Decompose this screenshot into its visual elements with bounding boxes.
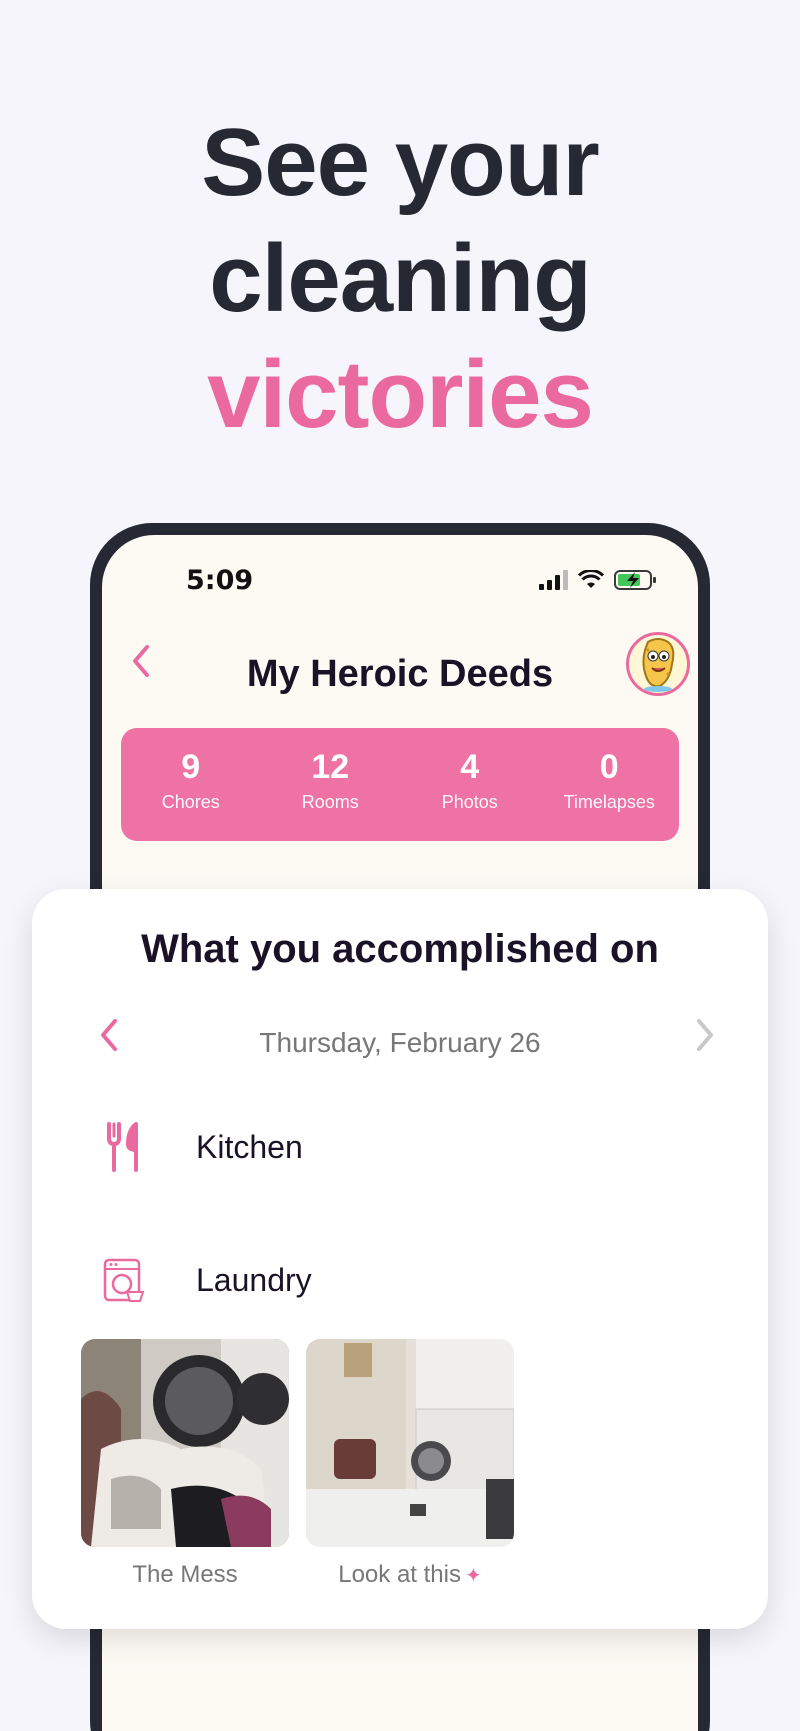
sparkle-icon: ✦ [464,1565,482,1587]
stat-value: 4 [460,748,480,786]
photo-caption-with-sparkle: Look at this ✦ [306,1561,514,1589]
photo-thumbnail-the-mess[interactable] [81,1339,289,1547]
card-title: What you accomplished on [141,927,659,971]
room-name: Laundry [196,1261,312,1298]
stat-timelapses: 0 Timelapses [540,728,680,841]
battery-charging-icon [614,570,656,590]
wifi-icon [578,570,604,588]
room-item-kitchen[interactable]: Kitchen [98,1121,303,1173]
selected-date: Thursday, February 26 [259,1027,541,1058]
chevron-right-icon [697,1019,713,1051]
headline-line-3: victories [207,341,594,448]
stat-value: 9 [181,748,201,786]
cellular-signal-icon [539,570,568,590]
room-item-laundry[interactable]: Laundry [98,1254,312,1306]
stat-label: Chores [161,792,220,812]
room-name: Kitchen [196,1128,303,1165]
stat-photos: 4 Photos [400,728,540,841]
stat-rooms: 12 Rooms [261,728,401,841]
stat-label: Rooms [301,792,359,812]
photo-thumbnail-look-at-this[interactable] [306,1339,514,1547]
photo-caption: The Mess [132,1561,238,1588]
headline-line-1: See your [201,109,600,216]
photo-caption: Look at this [338,1561,461,1588]
stat-value: 0 [599,748,619,786]
next-day-button[interactable] [694,1017,716,1063]
stats-banner: 9 Chores 12 Rooms 4 Photos 0 Timelapses [121,728,679,841]
stat-label: Photos [441,792,498,812]
washing-machine-icon [98,1254,150,1306]
sponge-mascot-icon [642,638,675,692]
headline-line-2: cleaning [209,225,591,332]
accomplishments-card: What you accomplished on Thursday, Febru… [32,889,768,1629]
page-title: My Heroic Deeds [246,653,554,695]
avatar[interactable] [626,632,690,696]
status-time: 5:09 [186,565,254,596]
stat-label: Timelapses [563,792,655,812]
status-icons [539,569,658,591]
fork-knife-icon [98,1121,150,1173]
marketing-headline: See your cleaning victories [0,105,800,453]
stat-chores: 9 Chores [121,728,261,841]
stat-value: 12 [311,748,350,786]
